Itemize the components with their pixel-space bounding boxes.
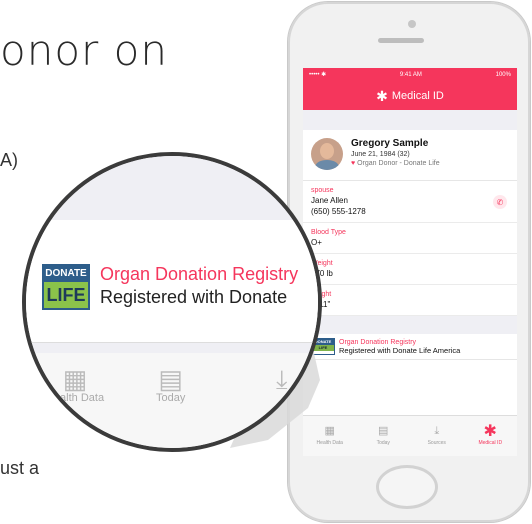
section-spacer bbox=[26, 343, 318, 353]
zoomed-tab-health-data: ▦ Health Data bbox=[46, 366, 104, 404]
logo-bottom-text: LIFE bbox=[44, 282, 88, 308]
zoomed-registry-subtitle: Registered with Donate bbox=[100, 287, 288, 307]
download-icon: ⤓ bbox=[276, 364, 288, 394]
grid-icon: ▦ bbox=[62, 364, 88, 394]
zoom-magnifier: DONATE LIFE Organ Donation Registry Regi… bbox=[22, 152, 322, 452]
tab-label: Today bbox=[156, 392, 186, 404]
zoomed-tab-today: ▤ Today bbox=[156, 366, 185, 404]
tab-label: Health Data bbox=[46, 392, 105, 404]
zoomed-registry-title: Organ Donation Registry bbox=[100, 264, 299, 284]
section-spacer bbox=[26, 156, 318, 220]
logo-top-text: DONATE bbox=[44, 266, 88, 282]
donate-life-logo: DONATE LIFE bbox=[42, 264, 90, 310]
zoomed-tab-sources: ⤓ bbox=[276, 366, 288, 392]
calendar-icon: ▤ bbox=[158, 364, 183, 394]
